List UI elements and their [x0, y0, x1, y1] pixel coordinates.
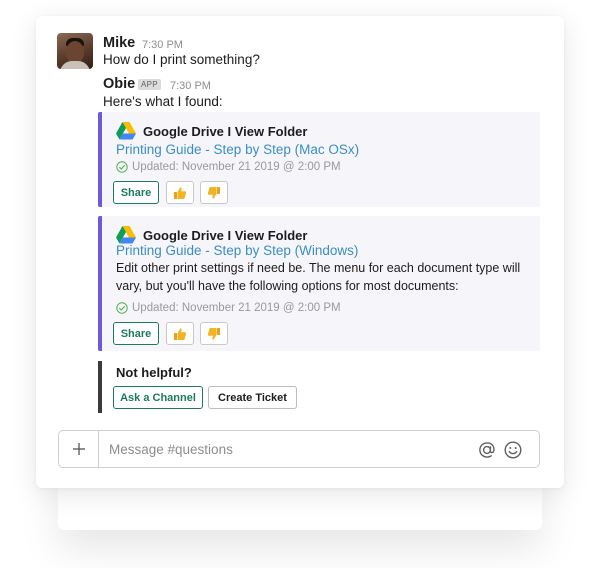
message-author[interactable]: Mike: [103, 35, 135, 51]
thumbs-up-button[interactable]: [166, 322, 194, 345]
attachment-source-title[interactable]: Google Drive I View Folder: [143, 124, 307, 139]
check-circle-icon: [116, 302, 128, 314]
attachment-source: Google Drive I View Folder: [116, 122, 307, 140]
check-circle-icon: [116, 161, 128, 173]
thumbs-up-button[interactable]: [166, 181, 194, 204]
thumbs-up-icon: [174, 327, 187, 340]
message-text: How do I print something?: [103, 52, 260, 67]
message-composer: [58, 430, 540, 468]
attachment-description: Edit other print settings if need be. Th…: [116, 261, 521, 293]
app-badge: APP: [138, 79, 161, 90]
google-drive-icon: [116, 122, 136, 140]
avatar[interactable]: [57, 33, 93, 69]
attachment-link[interactable]: Printing Guide - Step by Step (Mac OSx): [116, 142, 359, 157]
attachment-card: Google Drive I View Folder Printing Guid…: [98, 216, 540, 351]
message-timestamp: 7:30 PM: [170, 80, 211, 92]
share-button[interactable]: Share: [113, 181, 159, 204]
attachment-updated-text: Updated: November 21 2019 @ 2:00 PM: [132, 302, 341, 314]
message-author[interactable]: Obie: [103, 76, 135, 92]
attachment-updated: Updated: November 21 2019 @ 2:00 PM: [116, 301, 341, 315]
attachment-source-title[interactable]: Google Drive I View Folder: [143, 228, 307, 243]
emoji-icon[interactable]: [503, 440, 523, 460]
create-ticket-button[interactable]: Create Ticket: [208, 386, 297, 409]
attachment-link[interactable]: Printing Guide - Step by Step (Windows): [116, 243, 358, 258]
attach-button[interactable]: [59, 431, 99, 467]
thumbs-down-button[interactable]: [200, 322, 228, 345]
attachment-card: Google Drive I View Folder Printing Guid…: [98, 112, 540, 207]
message-timestamp: 7:30 PM: [142, 39, 183, 51]
google-drive-icon: [116, 226, 136, 244]
share-button[interactable]: Share: [113, 322, 159, 345]
plus-icon: [72, 443, 85, 455]
thumbs-down-icon: [207, 186, 220, 199]
thumbs-down-icon: [207, 327, 220, 340]
at-mention-icon[interactable]: [477, 440, 497, 460]
attachment-updated: Updated: November 21 2019 @ 2:00 PM: [116, 160, 341, 174]
thumbs-up-icon: [174, 186, 187, 199]
thumbs-down-button[interactable]: [200, 181, 228, 204]
not-helpful-title: Not helpful?: [116, 365, 192, 380]
attachment-updated-text: Updated: November 21 2019 @ 2:00 PM: [132, 161, 341, 173]
message-text: Here's what I found:: [103, 94, 223, 109]
message-input[interactable]: [109, 439, 469, 459]
attachment-source: Google Drive I View Folder: [116, 226, 307, 244]
ask-a-channel-button[interactable]: Ask a Channel: [113, 386, 203, 409]
